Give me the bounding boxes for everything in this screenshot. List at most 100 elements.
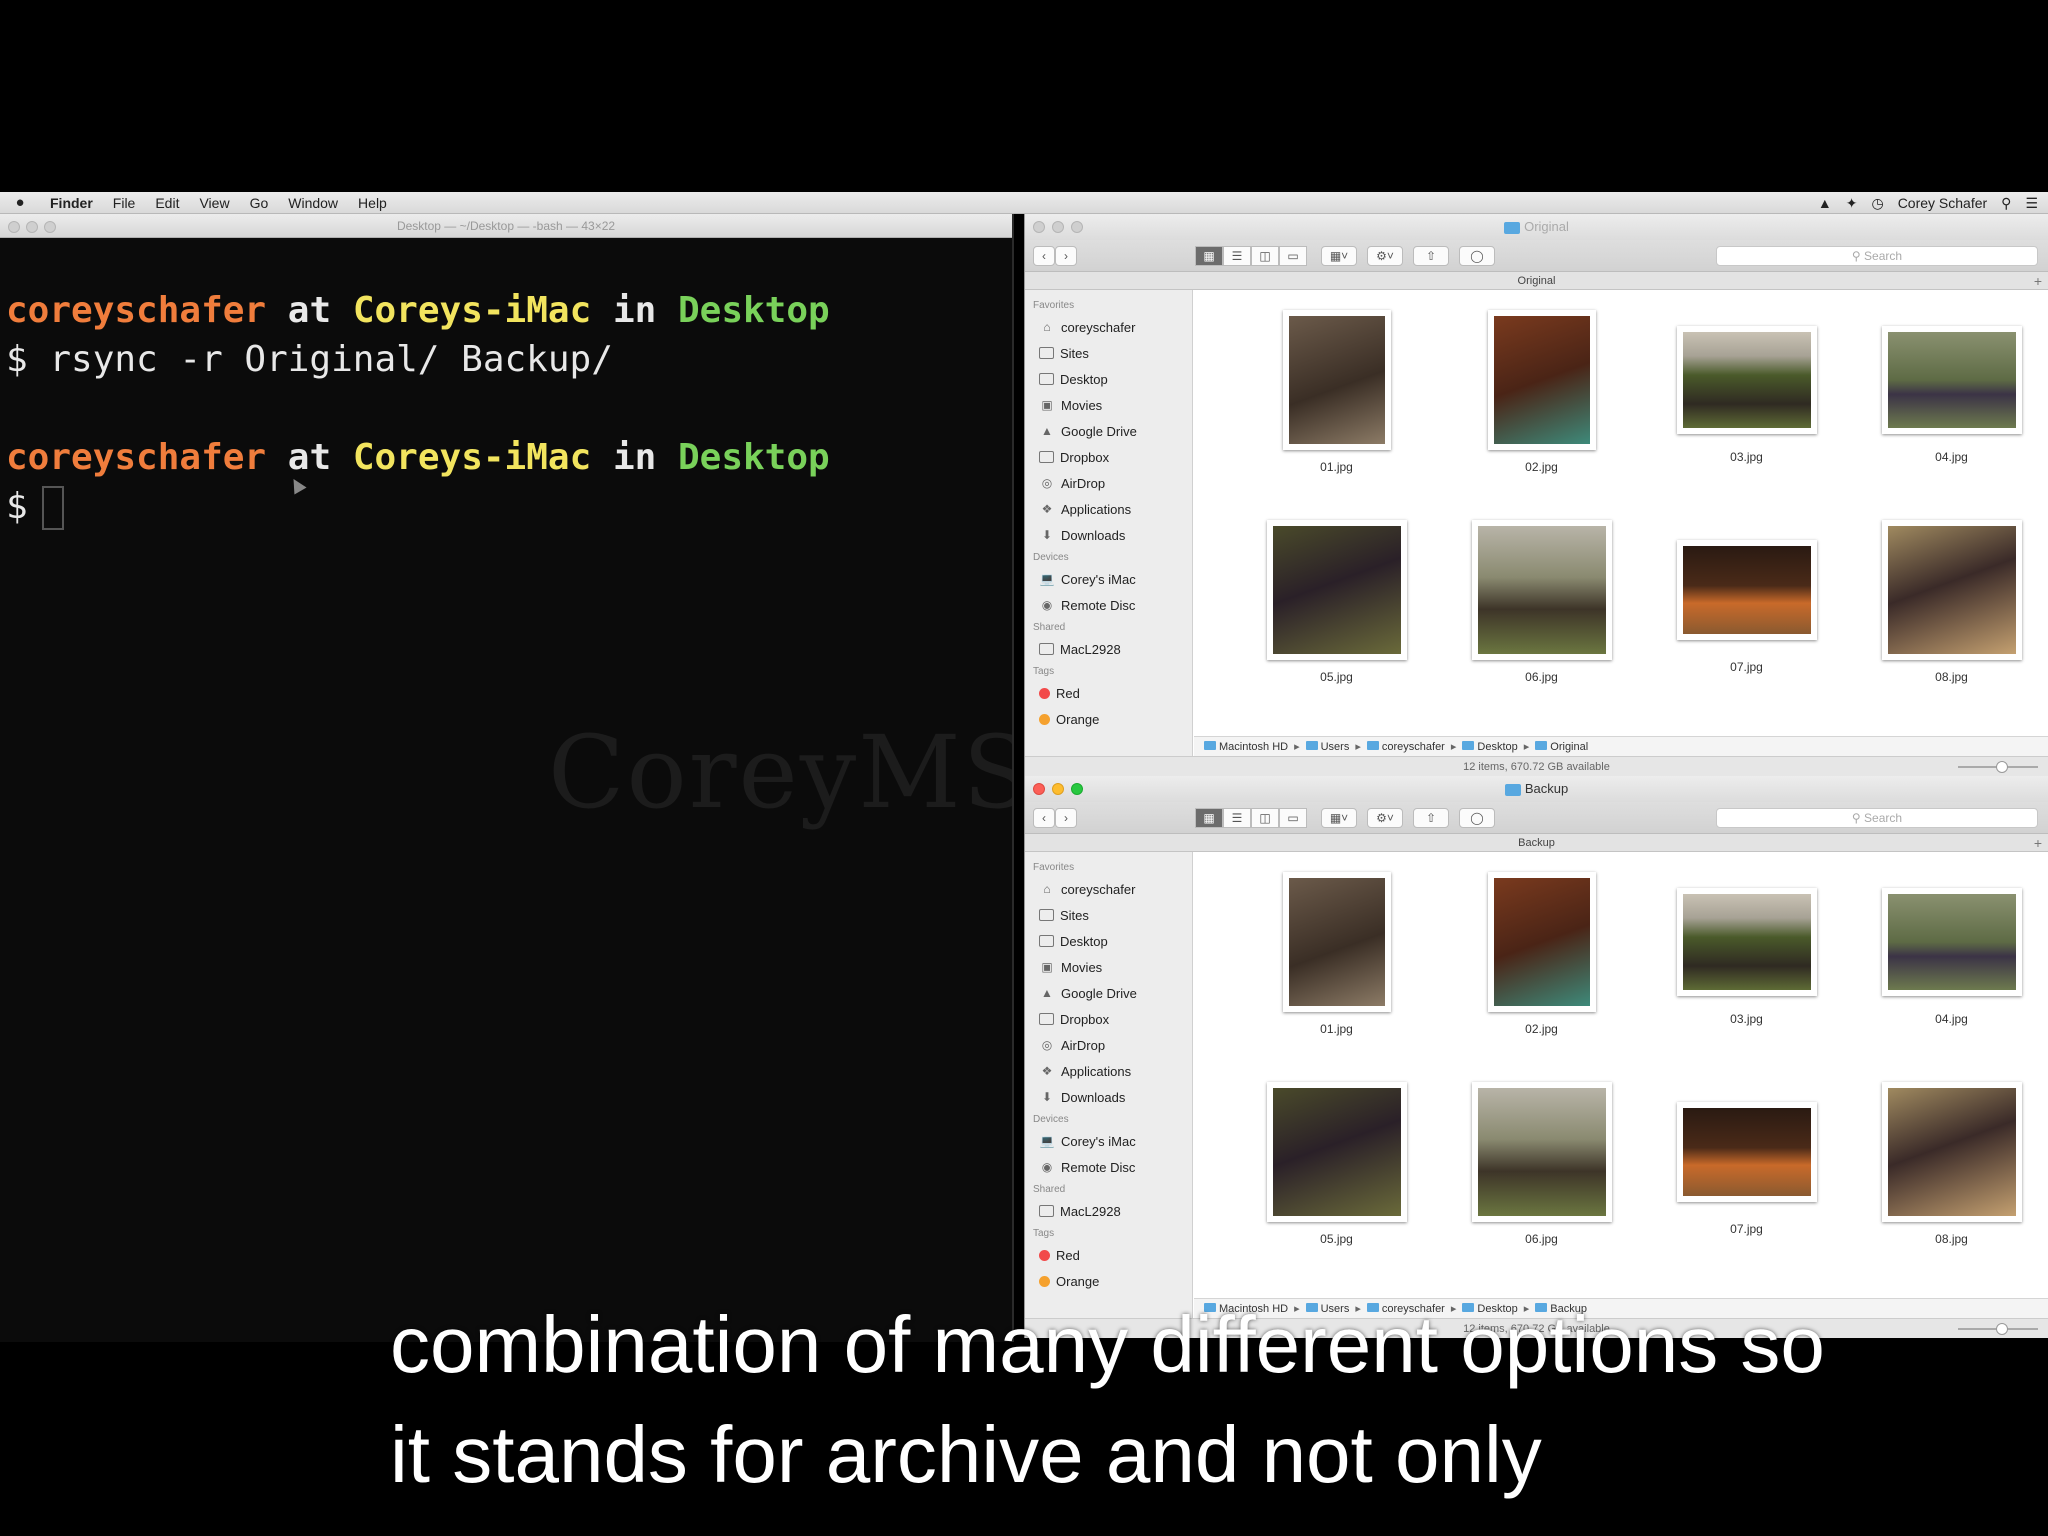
file-item[interactable]: 05.jpg bbox=[1234, 520, 1439, 684]
sidebar-item-tag-red[interactable]: Red bbox=[1033, 680, 1192, 706]
share-button[interactable]: ⇧ bbox=[1413, 808, 1449, 828]
finder-titlebar[interactable]: Backup bbox=[1025, 776, 2048, 802]
terminal-output[interactable]: coreyschafer at Coreys-iMac in Desktop $… bbox=[0, 238, 1012, 531]
file-item[interactable]: 05.jpg bbox=[1234, 1082, 1439, 1246]
file-item[interactable]: 03.jpg bbox=[1644, 872, 1849, 1026]
sidebar-item-google-drive[interactable]: ▲ Google Drive bbox=[1033, 980, 1192, 1006]
file-item[interactable]: 08.jpg bbox=[1849, 1082, 2048, 1246]
back-button[interactable]: ‹ bbox=[1033, 246, 1055, 266]
path-item[interactable]: Macintosh HD bbox=[1204, 740, 1288, 753]
sidebar-item-movies[interactable]: ▣ Movies bbox=[1033, 954, 1192, 980]
sidebar-item-remote-disc[interactable]: ◉ Remote Disc bbox=[1033, 592, 1192, 618]
path-item[interactable]: Users bbox=[1305, 740, 1349, 753]
list-view-button[interactable]: ☰ bbox=[1223, 246, 1251, 266]
sidebar-item-airdrop[interactable]: ◎ AirDrop bbox=[1033, 1032, 1192, 1058]
back-button[interactable]: ‹ bbox=[1033, 808, 1055, 828]
sidebar-item-google-drive[interactable]: ▲ Google Drive bbox=[1033, 418, 1192, 444]
sidebar-item-downloads[interactable]: ⬇ Downloads bbox=[1033, 1084, 1192, 1110]
search-field[interactable]: ⚲ Search bbox=[1716, 246, 2038, 266]
list-view-button[interactable]: ☰ bbox=[1223, 808, 1251, 828]
sidebar-item-home[interactable]: ⌂ coreyschafer bbox=[1033, 314, 1192, 340]
menu-help[interactable]: Help bbox=[348, 195, 397, 211]
icon-view-button[interactable]: ▦ bbox=[1195, 246, 1223, 266]
search-field[interactable]: ⚲ Search bbox=[1716, 808, 2038, 828]
sidebar-item-movies[interactable]: ▣ Movies bbox=[1033, 392, 1192, 418]
menu-finder[interactable]: Finder bbox=[40, 195, 103, 211]
arrange-button[interactable]: ▦˅ bbox=[1321, 808, 1357, 828]
user-name[interactable]: Corey Schafer bbox=[1898, 195, 1987, 211]
minimize-button[interactable] bbox=[1052, 783, 1064, 795]
share-button[interactable]: ⇧ bbox=[1413, 246, 1449, 266]
close-button[interactable] bbox=[1033, 221, 1045, 233]
file-item[interactable]: 07.jpg bbox=[1644, 520, 1849, 674]
sidebar-item-home[interactable]: ⌂ coreyschafer bbox=[1033, 876, 1192, 902]
file-item[interactable]: 01.jpg bbox=[1234, 872, 1439, 1036]
path-item[interactable]: Desktop bbox=[1462, 740, 1518, 753]
sidebar-item-tag-orange[interactable]: Orange bbox=[1033, 706, 1192, 732]
file-item[interactable]: 07.jpg bbox=[1644, 1082, 1849, 1236]
sidebar-item-applications[interactable]: ❖ Applications bbox=[1033, 1058, 1192, 1084]
spotlight-search-icon[interactable]: ⚲ bbox=[2001, 195, 2011, 212]
tags-button[interactable]: ◯ bbox=[1459, 246, 1495, 266]
menu-edit[interactable]: Edit bbox=[145, 195, 189, 211]
path-item[interactable]: coreyschafer bbox=[1366, 740, 1445, 753]
forward-button[interactable]: › bbox=[1055, 808, 1077, 828]
sidebar-item-dropbox[interactable]: Dropbox bbox=[1033, 1006, 1192, 1032]
file-item[interactable]: 06.jpg bbox=[1439, 1082, 1644, 1246]
sidebar-item-downloads[interactable]: ⬇ Downloads bbox=[1033, 522, 1192, 548]
file-item[interactable]: 04.jpg bbox=[1849, 872, 2048, 1026]
close-button[interactable] bbox=[8, 221, 20, 233]
gallery-view-button[interactable]: ▭ bbox=[1279, 808, 1307, 828]
action-gear-button[interactable]: ⚙˅ bbox=[1367, 246, 1403, 266]
sidebar-item-shared-mac[interactable]: MacL2928 bbox=[1033, 636, 1192, 662]
file-item[interactable]: 02.jpg bbox=[1439, 872, 1644, 1036]
sidebar-item-applications[interactable]: ❖ Applications bbox=[1033, 496, 1192, 522]
file-item[interactable]: 08.jpg bbox=[1849, 520, 2048, 684]
menu-window[interactable]: Window bbox=[278, 195, 348, 211]
file-item[interactable]: 01.jpg bbox=[1234, 310, 1439, 474]
zoom-button[interactable] bbox=[1071, 783, 1083, 795]
sidebar-item-desktop[interactable]: Desktop bbox=[1033, 366, 1192, 392]
menu-view[interactable]: View bbox=[189, 195, 239, 211]
path-item[interactable]: Original bbox=[1535, 740, 1588, 753]
finder-titlebar[interactable]: Original bbox=[1025, 214, 2048, 240]
arrange-button[interactable]: ▦˅ bbox=[1321, 246, 1357, 266]
new-tab-icon[interactable]: + bbox=[2034, 834, 2042, 852]
file-item[interactable]: 03.jpg bbox=[1644, 310, 1849, 464]
icon-view-button[interactable]: ▦ bbox=[1195, 808, 1223, 828]
zoom-button[interactable] bbox=[44, 221, 56, 233]
sidebar-item-shared-mac[interactable]: MacL2928 bbox=[1033, 1198, 1192, 1224]
terminal-titlebar[interactable]: Desktop — ~/Desktop — -bash — 43×22 bbox=[0, 214, 1012, 238]
menu-go[interactable]: Go bbox=[240, 195, 279, 211]
google-drive-status-icon[interactable]: ▲ bbox=[1818, 195, 1832, 211]
gallery-view-button[interactable]: ▭ bbox=[1279, 246, 1307, 266]
apple-menu-icon[interactable]: ● bbox=[0, 194, 40, 211]
action-gear-button[interactable]: ⚙˅ bbox=[1367, 808, 1403, 828]
sidebar-item-remote-disc[interactable]: ◉ Remote Disc bbox=[1033, 1154, 1192, 1180]
file-item[interactable]: 06.jpg bbox=[1439, 520, 1644, 684]
sidebar-item-dropbox[interactable]: Dropbox bbox=[1033, 444, 1192, 470]
sidebar-item-tag-red[interactable]: Red bbox=[1033, 1242, 1192, 1268]
column-view-button[interactable]: ◫ bbox=[1251, 808, 1279, 828]
notification-center-icon[interactable]: ☰ bbox=[2025, 195, 2038, 212]
file-item[interactable]: 02.jpg bbox=[1439, 310, 1644, 474]
close-button[interactable] bbox=[1033, 783, 1045, 795]
column-view-button[interactable]: ◫ bbox=[1251, 246, 1279, 266]
sidebar-item-airdrop[interactable]: ◎ AirDrop bbox=[1033, 470, 1192, 496]
zoom-button[interactable] bbox=[1071, 221, 1083, 233]
network-status-icon[interactable]: ✦ bbox=[1846, 195, 1858, 212]
sidebar-item-imac[interactable]: 💻 Corey's iMac bbox=[1033, 1128, 1192, 1154]
file-item[interactable]: 04.jpg bbox=[1849, 310, 2048, 464]
tags-button[interactable]: ◯ bbox=[1459, 808, 1495, 828]
sidebar-item-desktop[interactable]: Desktop bbox=[1033, 928, 1192, 954]
input-line[interactable]: $ bbox=[6, 482, 1012, 531]
time-machine-icon[interactable]: ◷ bbox=[1871, 195, 1883, 212]
menu-file[interactable]: File bbox=[103, 195, 146, 211]
sidebar-item-imac[interactable]: 💻 Corey's iMac bbox=[1033, 566, 1192, 592]
minimize-button[interactable] bbox=[26, 221, 38, 233]
new-tab-icon[interactable]: + bbox=[2034, 272, 2042, 290]
icon-size-slider[interactable] bbox=[1958, 761, 2038, 773]
forward-button[interactable]: › bbox=[1055, 246, 1077, 266]
sidebar-item-sites[interactable]: Sites bbox=[1033, 340, 1192, 366]
sidebar-item-sites[interactable]: Sites bbox=[1033, 902, 1192, 928]
